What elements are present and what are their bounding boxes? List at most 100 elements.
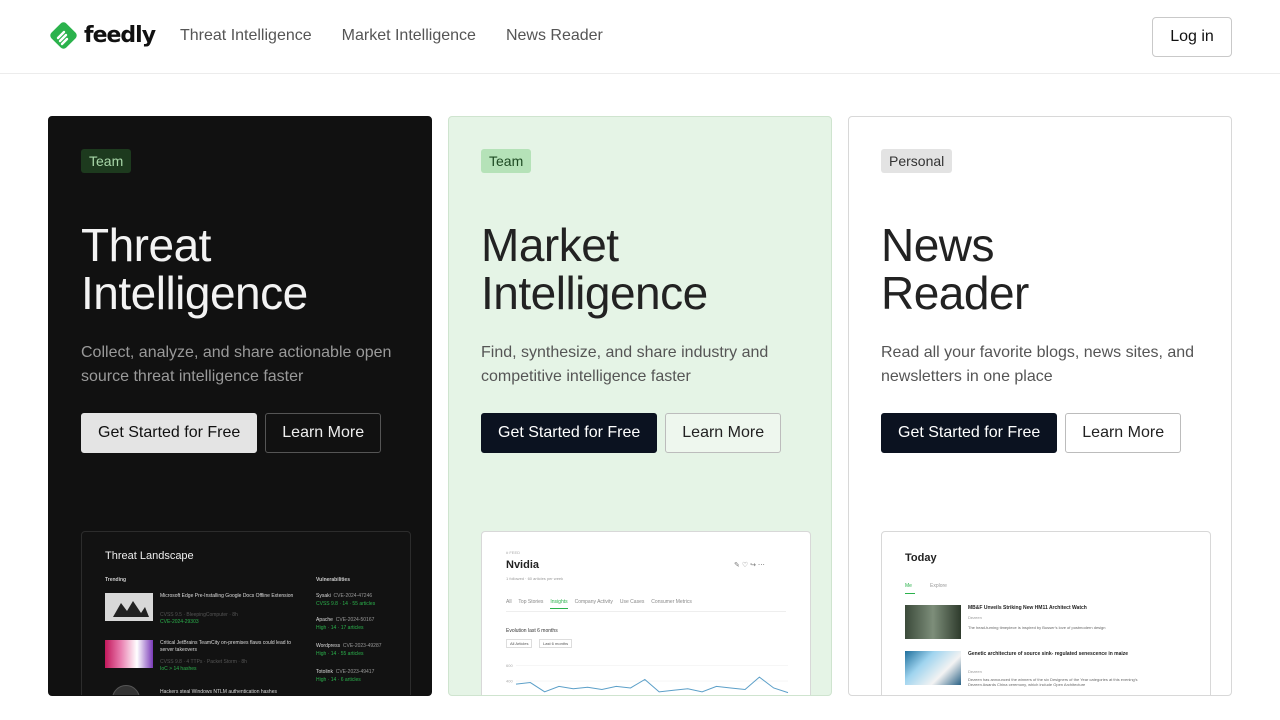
vuln-cve: CVE-2023-49287 (342, 643, 382, 649)
trending-headline[interactable]: Hackers steal Windows NTLM authenticatio… (160, 689, 277, 695)
share-icon[interactable]: ↪ (750, 562, 756, 569)
article-source: Dezeen (968, 669, 982, 674)
card-title-line1: News (881, 219, 995, 271)
card-actions: Get Started for Free Learn More (481, 413, 782, 453)
more-icon[interactable]: ⋯ (758, 562, 765, 569)
card-title: Threat Intelligence (81, 221, 308, 317)
trending-thumbnail (105, 593, 153, 621)
nav-market-intelligence[interactable]: Market Intelligence (342, 27, 476, 45)
tab-all[interactable]: All (506, 599, 512, 605)
vuln-item[interactable]: Sysaki CVE-2024-47246 (316, 593, 372, 600)
main-nav: Threat Intelligence Market Intelligence … (180, 27, 603, 45)
trending-thumbnail (105, 640, 153, 668)
trending-cve: CVE-2024-29303 (160, 619, 199, 625)
article-thumbnail (905, 651, 961, 685)
card-actions: Get Started for Free Learn More (81, 413, 382, 453)
tab-top-stories[interactable]: Top Stories (518, 599, 543, 605)
threat-landscape-preview: Threat Landscape Trending Vulnerabilitie… (81, 531, 411, 695)
article-snippet: Dezeen has announced the winners of the … (968, 677, 1138, 687)
nav-news-reader[interactable]: News Reader (506, 27, 603, 45)
tab-consumer-metrics[interactable]: Consumer Metrics (651, 599, 692, 605)
team-badge: Team (81, 149, 132, 173)
tab-company-activity[interactable]: Company Activity (575, 599, 613, 605)
trending-meta: CVSS 9.8 · 4 TTPs · Packet Storm · 8h (160, 659, 247, 665)
chart-series-line (515, 676, 789, 694)
learn-more-button[interactable]: Learn More (1065, 413, 1182, 453)
vuln-cve: CVE-2024-50167 (335, 617, 375, 623)
vuln-meta: High · 14 · 6 articles (316, 677, 361, 683)
learn-more-button[interactable]: Learn More (265, 413, 382, 453)
logo-wordmark: feedly (84, 23, 156, 48)
vuln-vendor: Sysaki (316, 593, 331, 599)
feed-subtitle: 1 followed · 60 articles per week (506, 576, 564, 581)
trending-headline[interactable]: Microsoft Edge Pre-Installing Google Doc… (160, 593, 300, 600)
vuln-cve: CVE-2024-47246 (333, 593, 373, 599)
market-intelligence-card: Team Market Intelligence Find, synthesize… (448, 116, 832, 696)
filter-period-select[interactable]: Last 6 months (539, 639, 573, 648)
chart-y-tick-label: 400 (506, 679, 513, 684)
vuln-meta: CVSS 9.8 · 14 · 55 articles (316, 601, 376, 607)
feedly-logo-icon (50, 22, 77, 49)
vuln-item[interactable]: Wordpress CVE-2023-49287 (316, 643, 382, 650)
trending-headline[interactable]: Critical JetBrains TeamCity on-premises … (160, 640, 300, 654)
trending-meta: CVSS 9.5 · BleepingComputer · 8h (160, 612, 238, 618)
top-nav-bar: feedly Threat Intelligence Market Intell… (0, 0, 1280, 74)
card-title-line2: Intelligence (81, 267, 308, 319)
card-title-line2: Intelligence (481, 267, 708, 319)
card-title: Market Intelligence (481, 221, 708, 317)
vuln-vendor: Totolink (316, 669, 333, 675)
feedly-logo[interactable]: feedly (49, 22, 156, 49)
trending-cve: IoC > 14 hashes (160, 666, 197, 672)
vuln-meta: High · 14 · 55 articles (316, 651, 364, 657)
tab-insights[interactable]: Insights (550, 599, 568, 609)
evolution-line-chart: 600 400 (506, 663, 789, 694)
vuln-item[interactable]: Totolink CVE-2023-49417 (316, 669, 374, 676)
vuln-item[interactable]: Apache CVE-2024-50167 (316, 617, 374, 624)
card-description: Find, synthesize, and share industry and… (481, 344, 769, 385)
get-started-button[interactable]: Get Started for Free (481, 413, 658, 453)
trending-label: Trending (105, 577, 127, 583)
vulnerabilities-label: Vulnerabilities (316, 577, 350, 583)
vuln-cve: CVE-2023-49417 (335, 669, 375, 675)
preview-title: Threat Landscape (105, 550, 194, 562)
active-tab-indicator (905, 593, 915, 594)
team-badge: Team (481, 149, 532, 173)
news-reader-card: Personal News Reader Read all your favori… (848, 116, 1232, 696)
tab-explore[interactable]: Explore (930, 583, 947, 590)
card-actions: Get Started for Free Learn More (881, 413, 1182, 453)
login-button[interactable]: Log in (1152, 17, 1232, 57)
nvidia-feed-preview: # FEED Nvidia 1 followed · 60 articles p… (481, 531, 811, 695)
chart-title: Evolution last 6 months (506, 628, 558, 634)
feed-tabs: All Top Stories Insights Company Activit… (506, 599, 692, 609)
tabs-divider (506, 611, 786, 612)
article-headline[interactable]: Genetic architecture of source sink- reg… (968, 651, 1148, 658)
get-started-button[interactable]: Get Started for Free (881, 413, 1058, 453)
today-feed-preview: Today Me Explore MB&F Unveils Striking N… (881, 531, 1211, 695)
card-title-line2: Reader (881, 267, 1029, 319)
nav-threat-intelligence[interactable]: Threat Intelligence (180, 27, 312, 45)
article-headline[interactable]: MB&F Unveils Striking New HM11 Architect… (968, 605, 1087, 612)
heart-icon[interactable]: ♡ (742, 562, 748, 569)
personal-badge: Personal (881, 149, 953, 173)
article-thumbnail (905, 605, 961, 639)
threat-intelligence-card: Team Threat Intelligence Collect, analyze… (48, 116, 432, 696)
vuln-meta: High · 14 · 17 articles (316, 625, 364, 631)
tab-me[interactable]: Me (905, 583, 912, 590)
feed-kicker: # FEED (506, 550, 521, 555)
preview-title: Today (905, 552, 937, 564)
feed-title: Nvidia (506, 559, 540, 571)
edit-icon[interactable]: ✎ (734, 562, 740, 569)
tab-use-cases[interactable]: Use Cases (620, 599, 644, 605)
card-title: News Reader (881, 221, 1029, 317)
get-started-button[interactable]: Get Started for Free (81, 413, 258, 453)
chart-y-tick-label: 600 (506, 663, 513, 668)
vuln-vendor: Apache (316, 617, 333, 623)
learn-more-button[interactable]: Learn More (665, 413, 782, 453)
card-title-line1: Threat (81, 219, 211, 271)
card-description: Collect, analyze, and share actionable o… (81, 344, 392, 385)
trending-thumbnail (112, 685, 140, 695)
vuln-vendor: Wordpress (316, 643, 341, 649)
card-description: Read all your favorite blogs, news sites… (881, 344, 1195, 385)
filter-articles-select[interactable]: All Articles (506, 639, 533, 648)
card-title-line1: Market (481, 219, 619, 271)
